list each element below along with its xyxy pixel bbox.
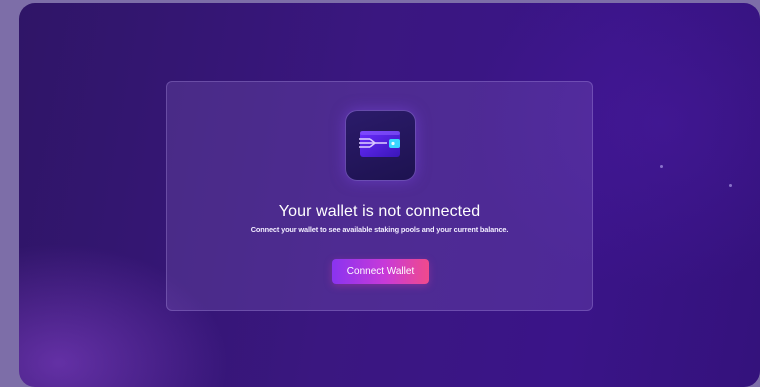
decorative-star (660, 165, 663, 168)
page-frame: Your wallet is not connected Connect you… (0, 0, 760, 387)
wallet-not-connected-card: Your wallet is not connected Connect you… (166, 81, 593, 311)
empty-state-message: Connect your wallet to see available sta… (250, 225, 509, 234)
empty-state-title: Your wallet is not connected (278, 203, 481, 220)
connect-wallet-button[interactable]: Connect Wallet (332, 259, 429, 284)
main-panel: Your wallet is not connected Connect you… (19, 3, 760, 387)
decorative-star (729, 184, 732, 187)
wallet-icon (359, 131, 400, 157)
wallet-icon-tile (345, 110, 416, 181)
